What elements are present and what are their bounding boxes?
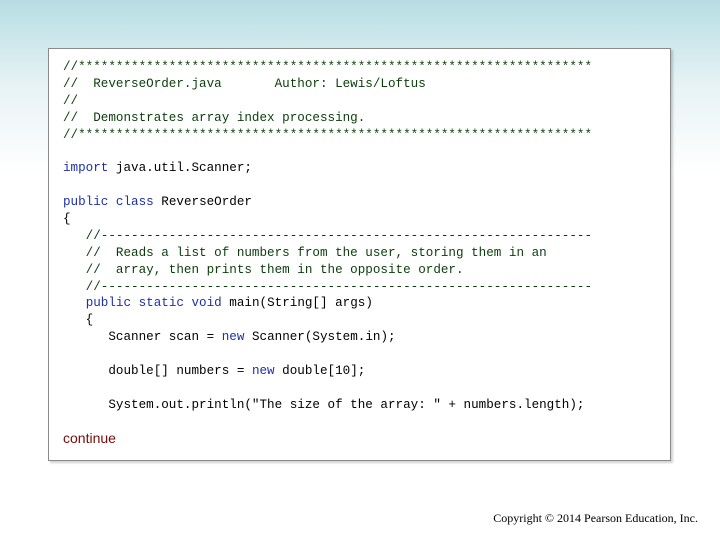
code-line-header-border: //**************************************… [63, 60, 593, 74]
code-listing: //**************************************… [63, 59, 592, 414]
code-line-method-comment-2: // array, then prints them in the opposi… [63, 262, 464, 277]
scanner-init: Scanner(System.in); [244, 330, 396, 345]
code-line-import: import java.util.Scanner; [63, 160, 592, 177]
code-line-scanner: Scanner scan = new Scanner(System.in); [63, 329, 592, 346]
class-name: ReverseOrder [161, 195, 252, 210]
code-line-method-comment-1: // Reads a list of numbers from the user… [63, 245, 547, 260]
code-line-method-border: //--------------------------------------… [63, 228, 593, 243]
keyword-new: new [221, 330, 245, 345]
code-line-open-brace: { [63, 212, 71, 227]
keyword-class: class [115, 195, 154, 210]
code-panel: //**************************************… [48, 48, 671, 461]
code-line-method-border-bottom: //--------------------------------------… [63, 279, 593, 294]
scanner-decl: Scanner scan = [63, 330, 222, 345]
code-line-comment-blank: // [63, 93, 79, 108]
code-line-description: // Demonstrates array index processing. [63, 110, 366, 125]
code-line-class-decl: public class ReverseOrder [63, 194, 592, 211]
copyright-notice: Copyright © 2014 Pearson Education, Inc. [493, 511, 698, 525]
import-target: java.util.Scanner; [108, 161, 252, 176]
code-line-file-author: // ReverseOrder.java Author: Lewis/Loftu… [63, 76, 426, 91]
code-line-array: double[] numbers = new double[10]; [63, 363, 592, 380]
code-line-method-open-brace: { [63, 313, 94, 328]
keyword-new: new [251, 364, 275, 379]
array-init: double[10]; [274, 364, 366, 379]
array-decl: double[] numbers = [63, 364, 252, 379]
main-signature: main(String[] args) [229, 296, 373, 311]
code-line-header-border-bottom: //**************************************… [63, 127, 593, 142]
code-line-main-decl: public static void main(String[] args) [63, 295, 592, 312]
keyword-public-static-void: public static void [85, 296, 222, 311]
keyword-public: public [63, 195, 109, 210]
code-line-println: System.out.println("The size of the arra… [63, 397, 585, 412]
keyword-import: import [63, 161, 109, 176]
continue-link[interactable]: continue [63, 430, 116, 446]
